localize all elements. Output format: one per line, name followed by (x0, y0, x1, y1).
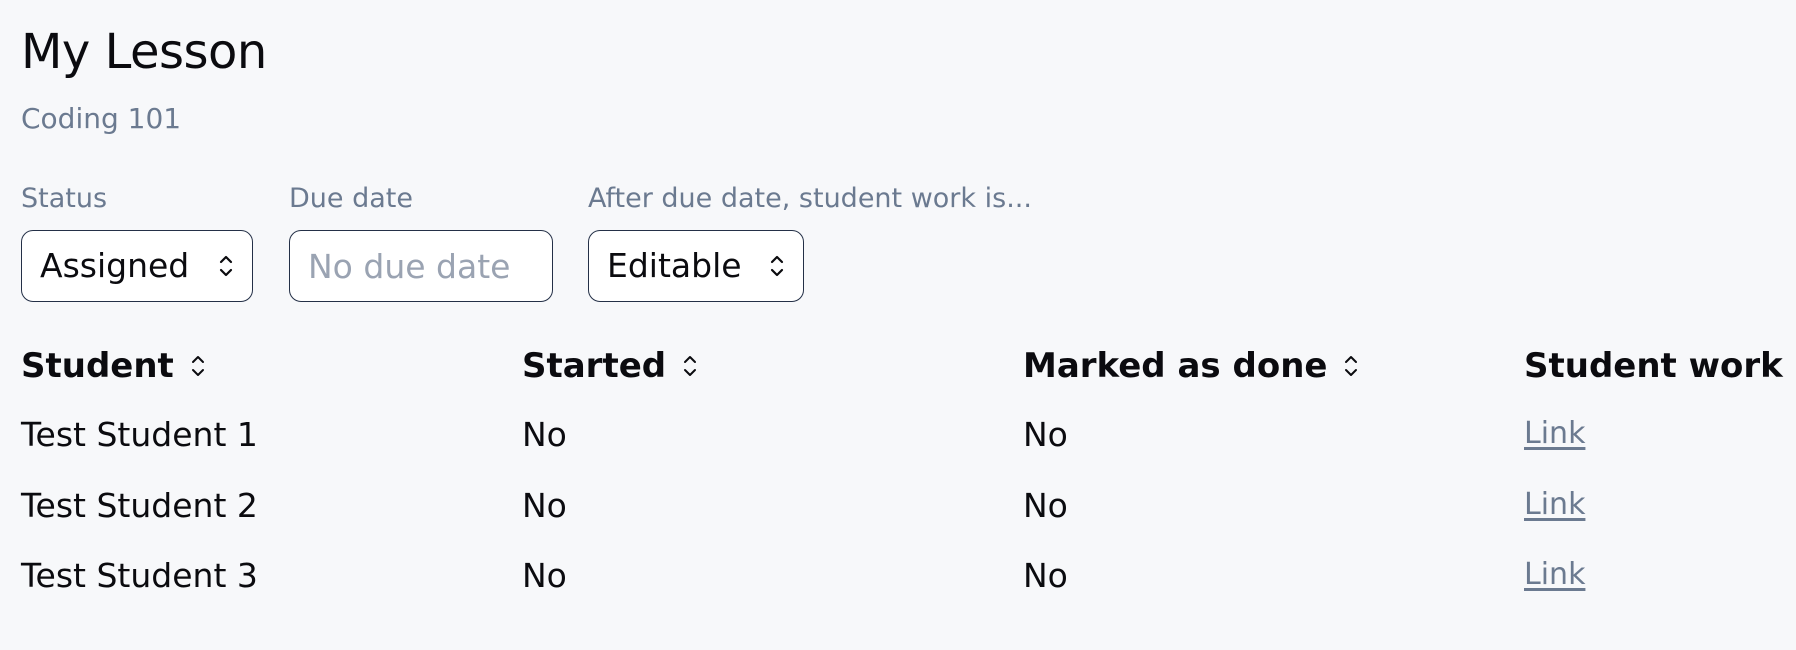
column-header-label: Marked as done (1023, 346, 1328, 386)
after-due-select[interactable]: Editable (588, 230, 804, 302)
table-cell-started: No (522, 486, 567, 525)
sort-icon[interactable] (1343, 352, 1359, 380)
student-work-link[interactable]: Link (1524, 416, 1585, 451)
table-cell-done: No (1023, 556, 1068, 595)
table-cell-done: No (1023, 415, 1068, 454)
status-label: Status (21, 183, 108, 214)
student-work-link[interactable]: Link (1524, 487, 1585, 522)
sort-icon[interactable] (682, 352, 698, 380)
due-date-label: Due date (289, 183, 413, 214)
column-header-student-work: Student work (1524, 344, 1783, 388)
after-due-select-value: Editable (607, 246, 742, 285)
column-header-label: Student work (1524, 346, 1783, 386)
updown-chevron-icon (770, 255, 784, 277)
table-cell-work: Link (1524, 410, 1585, 456)
sort-icon[interactable] (190, 352, 206, 380)
column-header-started[interactable]: Started (522, 344, 698, 388)
table-cell-student: Test Student 3 (21, 556, 258, 595)
table-cell-work: Link (1524, 551, 1585, 597)
column-header-label: Started (522, 346, 667, 386)
due-date-input[interactable] (308, 246, 534, 286)
after-due-label: After due date, student work is... (588, 183, 1032, 214)
page-title: My Lesson (21, 24, 267, 80)
status-select[interactable]: Assigned (21, 230, 253, 302)
page-subtitle: Coding 101 (21, 102, 182, 135)
table-cell-work: Link (1524, 481, 1585, 527)
table-cell-started: No (522, 556, 567, 595)
lesson-page: My Lesson Coding 101 Status Assigned Due… (0, 0, 1796, 650)
column-header-student[interactable]: Student (21, 344, 206, 388)
table-cell-student: Test Student 1 (21, 415, 258, 454)
column-header-label: Student (21, 346, 174, 386)
due-date-field-wrapper (289, 230, 553, 302)
table-cell-student: Test Student 2 (21, 486, 258, 525)
student-work-link[interactable]: Link (1524, 557, 1585, 592)
table-cell-done: No (1023, 486, 1068, 525)
updown-chevron-icon (219, 255, 233, 277)
status-select-value: Assigned (40, 246, 190, 285)
table-cell-started: No (522, 415, 567, 454)
column-header-marked-as-done[interactable]: Marked as done (1023, 344, 1359, 388)
